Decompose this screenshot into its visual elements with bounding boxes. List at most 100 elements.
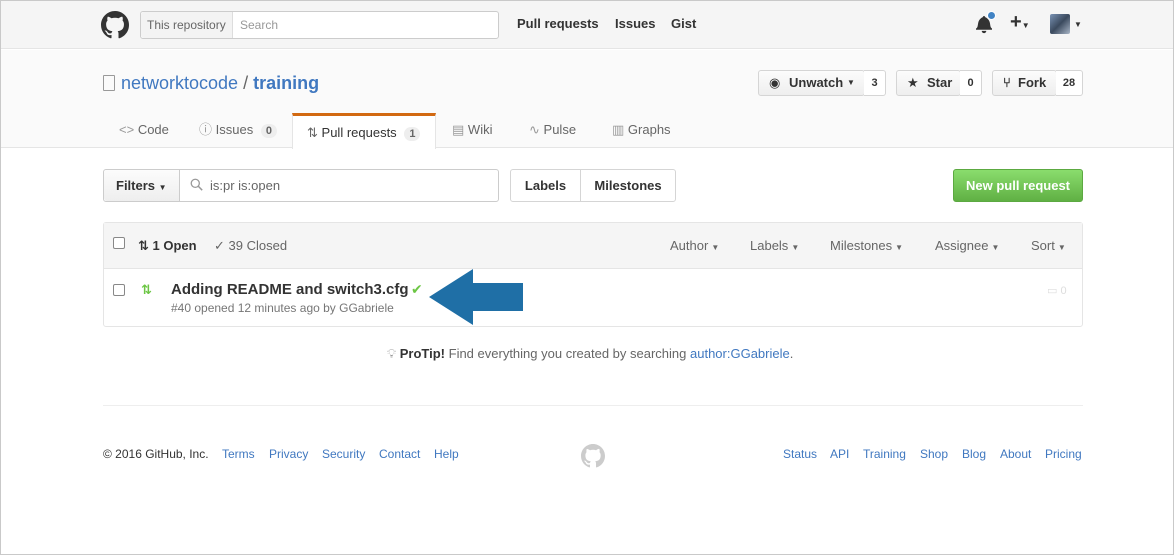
milestones-dropdown[interactable]: Milestones ▼	[830, 238, 903, 253]
star-button[interactable]: ★ Star	[896, 70, 961, 96]
git-pull-request-icon: ⇅	[307, 125, 318, 140]
row-checkbox[interactable]	[113, 284, 125, 296]
tab-issues-label: Issues	[215, 122, 254, 137]
open-filter-link[interactable]: ⇅ 1 Open	[138, 238, 197, 254]
footer-divider	[103, 405, 1083, 406]
code-icon: <>	[119, 122, 135, 137]
git-pull-request-icon: ⇅	[141, 282, 152, 297]
tab-wiki-label: Wiki	[467, 122, 493, 137]
search-scope-label: This repository	[141, 12, 233, 38]
header-nav-pull-requests[interactable]: Pull requests	[517, 16, 599, 31]
unwatch-button[interactable]: ◉ Unwatch ▼	[758, 70, 865, 96]
github-mark-icon[interactable]	[581, 444, 605, 468]
pull-request-title-link[interactable]: Adding README and switch3.cfg	[171, 281, 409, 298]
chevron-down-icon[interactable]: ▼	[1074, 20, 1082, 29]
create-new-icon[interactable]: +▼	[1010, 11, 1030, 34]
tab-pull-requests[interactable]: ⇅ Pull requests 1	[292, 113, 436, 149]
pulse-icon: ∿	[529, 122, 540, 137]
protip: 💡︎ ProTip! Find everything you created b…	[387, 346, 793, 362]
repo-header	[1, 50, 1173, 148]
filter-bar: Filters ▼ is:pr is:open	[103, 169, 499, 202]
avatar[interactable]	[1050, 14, 1070, 34]
select-all-checkbox[interactable]	[113, 237, 125, 249]
check-icon: ✓	[214, 238, 225, 253]
labels-button[interactable]: Labels	[511, 170, 581, 201]
new-pull-request-button[interactable]: New pull request	[953, 169, 1083, 202]
footer-link-contact[interactable]: Contact	[379, 447, 420, 461]
fork-icon: ⑂	[1003, 75, 1011, 90]
github-logo-icon[interactable]	[101, 11, 129, 39]
build-success-check-icon[interactable]: ✔	[411, 281, 423, 298]
repo-icon	[103, 75, 115, 91]
footer-link-security[interactable]: Security	[322, 447, 365, 461]
repo-name-link[interactable]: training	[253, 73, 319, 93]
chevron-down-icon: ▼	[158, 183, 167, 192]
fork-button[interactable]: ⑂ Fork	[992, 70, 1057, 96]
chevron-down-icon: ▼	[711, 243, 720, 252]
filters-button[interactable]: Filters ▼	[104, 170, 180, 201]
unwatch-label: Unwatch	[789, 75, 844, 90]
protip-text: Find everything you created by searching	[448, 346, 687, 361]
list-header: ⇅ 1 Open ✓ 39 Closed Author ▼ Labels ▼ Mil…	[104, 223, 1082, 269]
tab-issues[interactable]: ⓘ Issues 0	[199, 113, 277, 149]
fork-count[interactable]: 28	[1056, 70, 1083, 96]
search-icon	[190, 178, 203, 191]
footer-link-status[interactable]: Status	[783, 447, 817, 461]
footer-link-pricing[interactable]: Pricing	[1045, 447, 1082, 461]
footer-link-api[interactable]: API	[830, 447, 849, 461]
tab-pulse-label: Pulse	[543, 122, 577, 137]
comment-icon: ▭	[1047, 285, 1058, 297]
author-dropdown[interactable]: Author ▼	[670, 238, 719, 253]
tab-wiki[interactable]: ▤ Wiki	[452, 113, 492, 149]
protip-label: ProTip!	[399, 346, 445, 361]
protip-end: .	[789, 346, 794, 361]
pull-request-meta: #40 opened 12 minutes ago by GGabriele	[171, 301, 394, 315]
closed-filter-link[interactable]: ✓ 39 Closed	[214, 238, 287, 254]
filter-query-input[interactable]: is:pr is:open	[210, 170, 280, 201]
header-nav-gist[interactable]: Gist	[671, 16, 696, 31]
chevron-down-icon: ▼	[895, 243, 904, 252]
labels-milestones-group: Labels Milestones	[510, 169, 676, 202]
sort-dropdown[interactable]: Sort ▼	[1031, 238, 1066, 253]
git-pull-request-icon: ⇅	[138, 238, 149, 253]
milestones-button[interactable]: Milestones	[581, 170, 675, 201]
footer-link-help[interactable]: Help	[434, 447, 459, 461]
pull-request-list: ⇅ 1 Open ✓ 39 Closed Author ▼ Labels ▼ Mil…	[103, 222, 1083, 327]
sort-dropdown-label: Sort	[1031, 238, 1055, 253]
chevron-down-icon: ▼	[991, 243, 1000, 252]
tab-graphs[interactable]: ▥ Graphs	[612, 113, 671, 149]
footer-link-shop[interactable]: Shop	[920, 447, 948, 461]
light-bulb-icon: 💡︎	[387, 346, 397, 361]
footer-link-blog[interactable]: Blog	[962, 447, 986, 461]
tab-pull-requests-count: 1	[404, 127, 421, 141]
repo-owner-link[interactable]: networktocode	[121, 73, 238, 93]
footer-link-terms[interactable]: Terms	[222, 447, 255, 461]
search-input[interactable]: Search	[240, 12, 278, 38]
footer-link-training[interactable]: Training	[863, 447, 906, 461]
star-count[interactable]: 0	[960, 70, 982, 96]
issue-opened-icon: ⓘ	[199, 122, 213, 137]
protip-search-link[interactable]: author:GGabriele	[690, 346, 790, 361]
eye-icon: ◉	[769, 75, 781, 90]
fork-label: Fork	[1018, 75, 1047, 90]
filters-button-label: Filters	[116, 178, 156, 193]
comments-count[interactable]: ▭ 0	[1047, 284, 1067, 297]
footer-link-privacy[interactable]: Privacy	[269, 447, 308, 461]
annotation-arrow-icon	[429, 269, 523, 325]
open-count-label: 1 Open	[152, 238, 197, 253]
tab-graphs-label: Graphs	[627, 122, 671, 137]
assignee-dropdown-label: Assignee	[935, 238, 989, 253]
chevron-down-icon: ▼	[847, 78, 855, 87]
header-nav-issues[interactable]: Issues	[615, 16, 655, 31]
tab-code-label: Code	[137, 122, 169, 137]
tab-code[interactable]: <> Code	[119, 113, 169, 149]
chevron-down-icon: ▼	[1057, 243, 1066, 252]
search-box[interactable]: This repository Search	[140, 11, 499, 39]
comments-count-value: 0	[1060, 285, 1067, 297]
footer-link-about[interactable]: About	[1000, 447, 1031, 461]
tab-pulse[interactable]: ∿ Pulse	[529, 113, 576, 149]
assignee-dropdown[interactable]: Assignee ▼	[935, 238, 999, 253]
watch-count[interactable]: 3	[864, 70, 886, 96]
star-label: Star	[927, 75, 953, 90]
labels-dropdown[interactable]: Labels ▼	[750, 238, 799, 253]
